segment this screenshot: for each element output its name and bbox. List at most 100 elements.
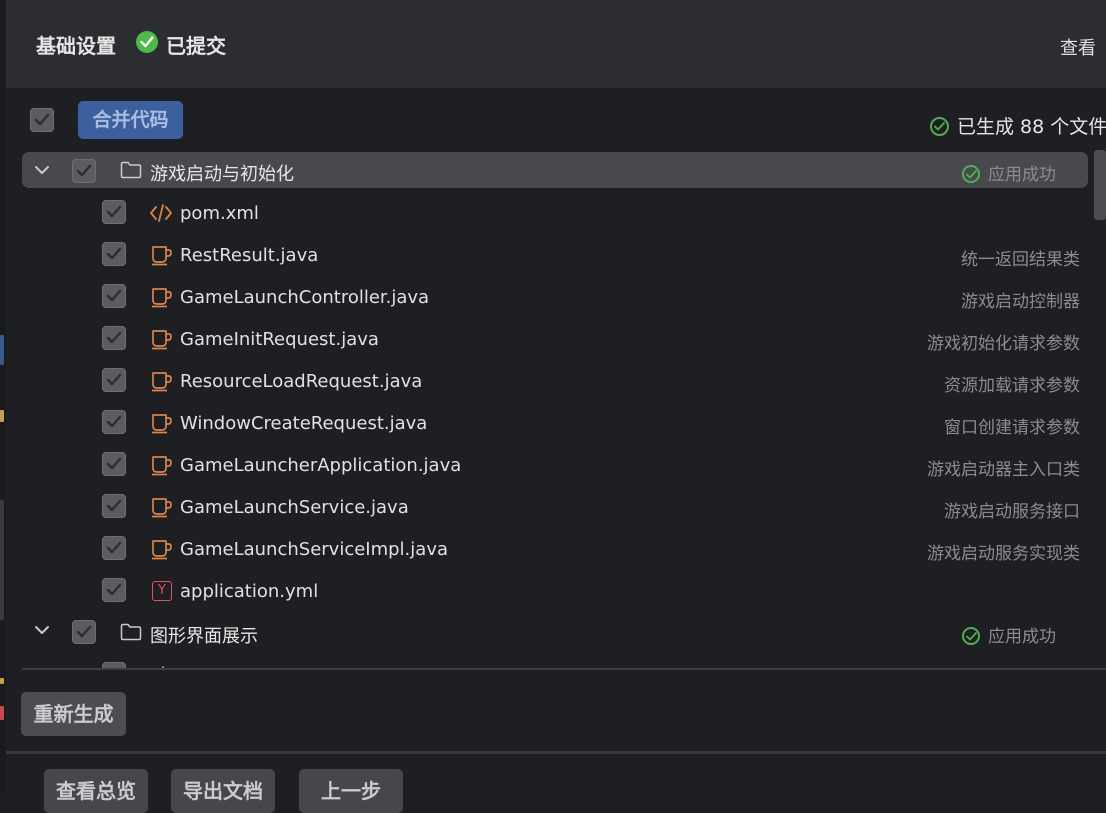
section-header: 基础设置 已提交 查看 (6, 0, 1106, 88)
file-checkbox[interactable] (102, 494, 126, 518)
generated-files-status: 已生成 88 个文件 (930, 112, 1106, 139)
checkmark-icon (76, 625, 92, 638)
tree-file-row[interactable]: Y application.yml (22, 570, 1088, 612)
java-cup-icon (152, 330, 172, 350)
file-description: 游戏启动器主入口类 (927, 460, 1080, 480)
yaml-icon: Y (152, 581, 172, 601)
file-name: GameLaunchController.java (180, 287, 430, 308)
java-cup-icon (152, 246, 172, 266)
folder-checkbox[interactable] (72, 620, 96, 644)
checkmark-icon (106, 499, 122, 512)
folder-icon (120, 623, 142, 641)
check-circle-icon (962, 165, 980, 183)
file-name: ResourceLoadRequest.java (180, 371, 423, 392)
file-name: pom.xml (180, 203, 259, 224)
java-cup-icon (152, 540, 172, 560)
file-checkbox[interactable] (102, 326, 126, 350)
edge-marker (0, 410, 4, 422)
tree-file-row[interactable]: WindowCreateRequest.java 窗口创建请求参数 (22, 402, 1088, 444)
checkmark-icon (106, 415, 122, 428)
java-cup-icon (152, 498, 172, 518)
regenerate-button[interactable]: 重新生成 (21, 692, 126, 736)
file-checkbox[interactable] (102, 368, 126, 392)
file-description: 统一返回结果类 (961, 250, 1080, 270)
apply-status: 应用成功 (962, 622, 1056, 647)
chevron-down-icon[interactable] (34, 164, 50, 176)
check-circle-icon (136, 31, 158, 53)
folder-name: 图形界面展示 (150, 626, 258, 647)
tree-file-row[interactable]: GameInitRequest.java 游戏初始化请求参数 (22, 318, 1088, 360)
select-all-checkbox[interactable] (30, 108, 54, 132)
checkmark-icon (106, 541, 122, 554)
file-checkbox[interactable] (102, 410, 126, 434)
tree-file-row[interactable]: RestResult.java 统一返回结果类 (22, 234, 1088, 276)
divider (22, 668, 1106, 670)
left-edge-strip (0, 0, 6, 791)
file-tree: 游戏启动与初始化 应用成功 pom.xml RestResult.java 统一… (22, 148, 1090, 670)
chevron-down-icon[interactable] (34, 624, 50, 636)
folder-checkbox[interactable] (72, 159, 96, 183)
file-description: 游戏初始化请求参数 (927, 334, 1080, 354)
file-name: RestResult.java (180, 245, 319, 266)
checkmark-icon (106, 289, 122, 302)
file-name: WindowCreateRequest.java (180, 413, 428, 434)
file-checkbox[interactable] (102, 242, 126, 266)
folder-icon (120, 161, 142, 179)
file-name: GameLaunchServiceImpl.java (180, 539, 448, 560)
tree-folder-row[interactable]: 游戏启动与初始化 应用成功 (22, 152, 1088, 188)
apply-status-text: 应用成功 (988, 165, 1056, 185)
view-summary-button[interactable]: 查看总览 (44, 769, 148, 813)
previous-step-button[interactable]: 上一步 (299, 769, 403, 813)
tree-folder-row[interactable]: 图形界面展示 应用成功 (22, 612, 1088, 654)
view-link[interactable]: 查看 (1060, 34, 1096, 60)
edge-marker (0, 678, 4, 684)
file-checkbox[interactable] (102, 578, 126, 602)
file-description: 游戏启动服务接口 (944, 502, 1080, 522)
file-description: 窗口创建请求参数 (944, 418, 1080, 438)
file-name: application.yml (180, 581, 319, 602)
checkmark-icon (34, 113, 50, 126)
apply-status: 应用成功 (962, 160, 1056, 185)
tree-file-row[interactable]: GameLaunchController.java 游戏启动控制器 (22, 276, 1088, 318)
checkmark-icon (106, 205, 122, 218)
java-cup-icon (152, 456, 172, 476)
file-description: 游戏启动服务实现类 (927, 544, 1080, 564)
checkmark-icon (106, 457, 122, 470)
checkmark-icon (106, 583, 122, 596)
file-name: GameInitRequest.java (180, 329, 379, 350)
file-description: 游戏启动控制器 (961, 292, 1080, 312)
edge-marker (0, 500, 4, 620)
edge-marker (0, 335, 4, 365)
java-cup-icon (152, 372, 172, 392)
java-cup-icon (152, 288, 172, 308)
checkmark-icon (106, 373, 122, 386)
java-cup-icon (152, 414, 172, 434)
check-circle-icon (962, 627, 980, 645)
checkmark-icon (106, 331, 122, 344)
checkmark-icon (106, 247, 122, 260)
file-checkbox[interactable] (102, 536, 126, 560)
file-checkbox[interactable] (102, 284, 126, 308)
tree-file-row[interactable]: GameLauncherApplication.java 游戏启动器主入口类 (22, 444, 1088, 486)
edge-marker (0, 706, 4, 720)
merge-code-button[interactable]: 合并代码 (78, 101, 183, 139)
file-checkbox[interactable] (102, 452, 126, 476)
tree-file-row[interactable]: GameLaunchService.java 游戏启动服务接口 (22, 486, 1088, 528)
tree-file-row[interactable]: GameLaunchServiceImpl.java 游戏启动服务实现类 (22, 528, 1088, 570)
file-checkbox[interactable] (102, 200, 126, 224)
export-docs-button[interactable]: 导出文档 (171, 769, 275, 813)
file-name: GameLauncherApplication.java (180, 455, 462, 476)
section-title: 基础设置 (36, 34, 116, 58)
file-description: 资源加载请求参数 (944, 376, 1080, 396)
divider (6, 751, 1106, 754)
apply-status-text: 应用成功 (988, 627, 1056, 647)
xml-code-icon (150, 204, 172, 222)
tree-file-row[interactable]: ResourceLoadRequest.java 资源加载请求参数 (22, 360, 1088, 402)
tree-scrollbar[interactable] (1094, 150, 1106, 220)
check-circle-icon (930, 117, 949, 136)
tree-file-row[interactable]: pom.xml (22, 192, 1088, 234)
submitted-status: 已提交 (166, 34, 226, 58)
checkmark-icon (76, 164, 92, 177)
generated-files-text: 已生成 88 个文件 (957, 116, 1106, 138)
file-name: GameLaunchService.java (180, 497, 409, 518)
